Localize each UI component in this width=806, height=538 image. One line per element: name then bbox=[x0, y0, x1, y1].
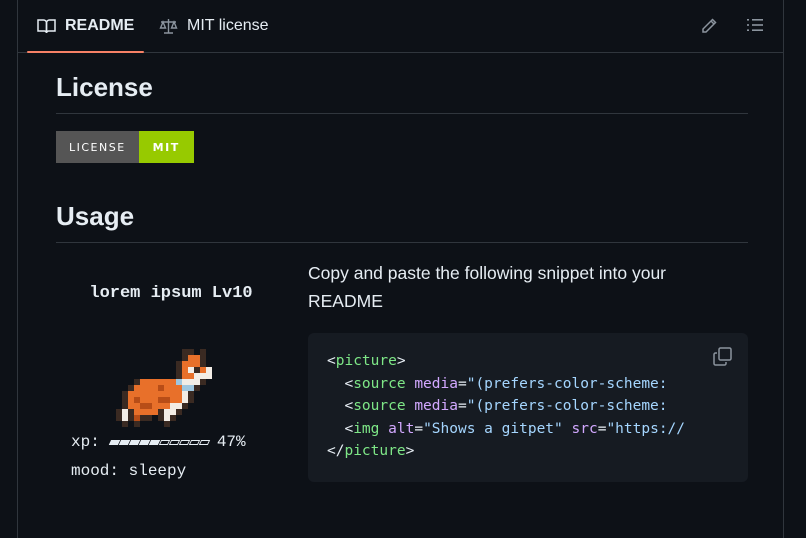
license-badge-label: LICENSE bbox=[56, 131, 139, 163]
tab-readme-label: README bbox=[65, 17, 135, 34]
xp-progress-bar bbox=[108, 439, 210, 445]
xp-label: xp: bbox=[71, 433, 100, 451]
license-badge[interactable]: LICENSE MIT bbox=[56, 131, 194, 163]
usage-instructions: Copy and paste the following snippet int… bbox=[308, 263, 667, 311]
xp-segment bbox=[198, 439, 210, 445]
gitpet-card: lorem ipsum Lv10 xp: 47% mood: sleepy bbox=[56, 263, 286, 508]
pet-title: lorem ipsum Lv10 bbox=[89, 284, 253, 303]
fox-pet-sprite bbox=[116, 349, 212, 427]
tab-mit-license[interactable]: MIT license bbox=[159, 0, 269, 52]
pet-mood: mood: sleepy bbox=[71, 462, 187, 480]
pencil-icon bbox=[701, 17, 717, 33]
license-badge-value: MIT bbox=[138, 131, 194, 163]
edit-button[interactable] bbox=[699, 14, 719, 36]
usage-heading: Usage bbox=[56, 201, 748, 243]
tab-bar: README MIT license bbox=[18, 0, 783, 53]
pet-xp: xp: 47% bbox=[71, 433, 246, 451]
code-snippet[interactable]: <picture> <source media="(prefers-color-… bbox=[308, 333, 748, 482]
copy-button[interactable] bbox=[713, 347, 732, 374]
copy-icon bbox=[713, 347, 732, 366]
license-heading: License bbox=[56, 72, 748, 114]
tab-readme[interactable]: README bbox=[27, 0, 145, 53]
outline-button[interactable] bbox=[745, 14, 765, 36]
readme-panel: README MIT license License LICENSE MIT U… bbox=[17, 0, 784, 538]
tab-mit-license-label: MIT license bbox=[187, 17, 269, 34]
active-tab-indicator bbox=[27, 51, 145, 53]
xp-percent: 47% bbox=[216, 433, 246, 451]
book-icon bbox=[37, 19, 56, 34]
snippet-code: <picture> <source media="(prefers-color-… bbox=[327, 353, 686, 459]
list-icon bbox=[747, 19, 763, 31]
law-icon bbox=[159, 18, 178, 34]
